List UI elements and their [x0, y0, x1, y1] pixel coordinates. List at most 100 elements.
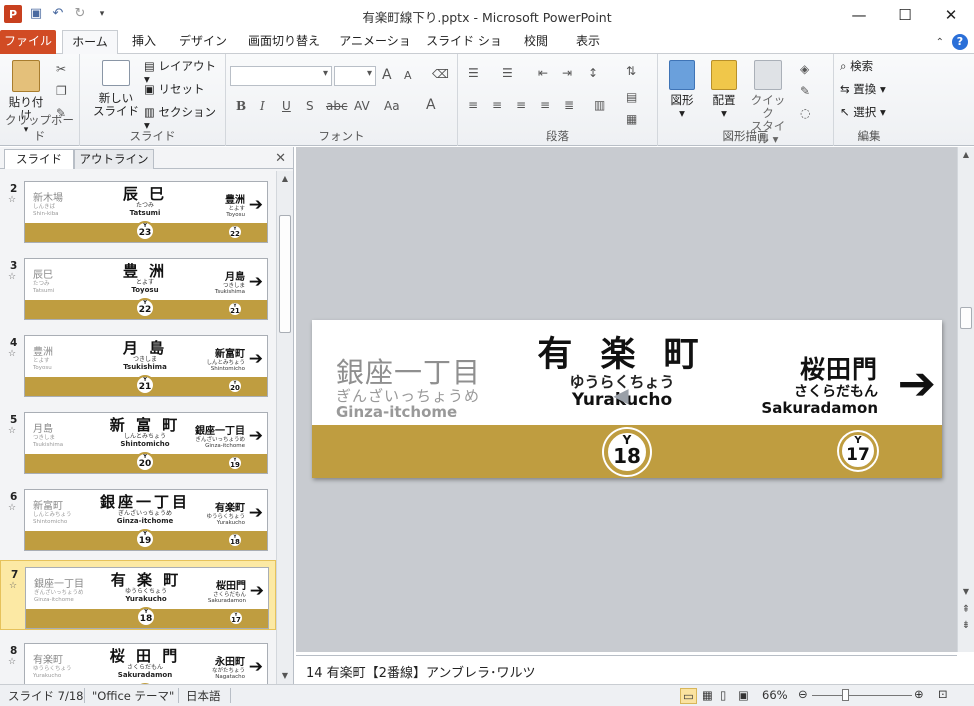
shape-effects-icon[interactable]: ◌ [800, 106, 810, 120]
zoom-level[interactable]: 66% [762, 688, 788, 702]
line-spacing-icon[interactable]: ↕ [588, 66, 598, 80]
editor-scroll-down-icon[interactable]: ▼ [958, 584, 974, 600]
theme-name[interactable]: "Office テーマ" [92, 688, 174, 704]
tab-slideshow[interactable]: スライド ショー [424, 30, 504, 70]
tab-outline-panel[interactable]: アウトライン [74, 149, 154, 169]
audio-speaker-icon[interactable]: ◀ [610, 384, 632, 406]
slide-thumbnail[interactable]: 新木場 しんきば Shin-kiba 辰 巳たつみ Tatsumi 豊洲 とよす Toyosu… [24, 181, 268, 243]
slide-thumbnail-row[interactable]: 3 ☆ 辰巳 たつみ Tatsumi 豊 洲とよす Toyosu 月島 つきしま Tsukishi… [0, 252, 276, 322]
normal-view-icon[interactable]: ▭ [680, 688, 697, 704]
tab-review[interactable]: 校閲 [514, 30, 558, 54]
thumbnail-scrollbar[interactable]: ▲ ▼ [276, 171, 293, 684]
arrange-button[interactable]: 配置 ▾ [706, 60, 742, 120]
slideshow-view-icon[interactable]: ▣ [738, 688, 749, 702]
close-button[interactable]: ✕ [928, 0, 974, 30]
editor-scroll-up-icon[interactable]: ▲ [958, 147, 974, 163]
slide-thumbnail[interactable]: 有楽町 ゆうらくちょう Yurakucho 桜 田 門さくらだもん Sakuradamo… [24, 643, 268, 684]
language[interactable]: 日本語 [186, 688, 221, 704]
scroll-up-icon[interactable]: ▲ [277, 171, 293, 187]
cut-icon[interactable]: ✂ [56, 62, 66, 76]
align-center-icon[interactable]: ≡ [492, 98, 502, 112]
help-icon[interactable]: ? [952, 34, 968, 50]
zoom-out-icon[interactable]: ⊖ [798, 687, 808, 701]
slide-thumbnail[interactable]: 辰巳 たつみ Tatsumi 豊 洲とよす Toyosu 月島 つきしま Tsukishima… [24, 258, 268, 320]
font-color-button[interactable]: A [426, 97, 436, 113]
tab-file[interactable]: ファイル [0, 30, 56, 54]
font-name-combo[interactable] [230, 66, 332, 86]
grow-font-button[interactable]: A [382, 67, 392, 83]
tab-animations[interactable]: アニメーション [336, 30, 414, 70]
strikethrough-button[interactable]: abc [326, 99, 348, 113]
slide-thumbnail[interactable]: 豊洲 とよす Toyosu 月 島つきしま Tsukishima 新富町 しんとみちょう Sh… [24, 335, 268, 397]
thumb-next-name: 桜田門 [216, 581, 246, 592]
new-slide-button[interactable]: 新しい スライド [92, 60, 140, 118]
justify-icon[interactable]: ≡ [540, 98, 550, 112]
tab-design[interactable]: デザイン [174, 30, 232, 54]
slide-thumbnail[interactable]: 月島 つきしま Tsukishima 新 富 町しんとみちょう Shintomicho 銀… [24, 412, 268, 474]
shape-fill-icon[interactable]: ◈ [800, 62, 809, 76]
align-text-icon[interactable]: ▤ [626, 90, 637, 104]
next-slide-icon[interactable]: ⇟ [958, 618, 974, 634]
collapse-ribbon-icon[interactable]: ⌃ [936, 37, 944, 48]
slide-sorter-icon[interactable]: ▦ [702, 688, 713, 702]
slide-thumbnail-row[interactable]: 8 ☆ 有楽町 ゆうらくちょう Yurakucho 桜 田 門さくらだもん Sakurada… [0, 637, 276, 684]
slide-thumbnail-row[interactable]: 7 ☆ 銀座一丁目 ぎんざいっちょうめ Ginza-itchome 有 楽 町ゆうらくちょ… [0, 560, 276, 630]
slide-thumbnail-row[interactable]: 5 ☆ 月島 つきしま Tsukishima 新 富 町しんとみちょう Shintomich… [0, 406, 276, 476]
columns-icon[interactable]: ▥ [594, 98, 605, 112]
zoom-slider-knob[interactable] [842, 689, 849, 701]
current-slide[interactable]: 銀座一丁目 ぎんざいっちょうめ Ginza-itchome 有 楽 町 ゆうらく… [312, 320, 942, 478]
tab-view[interactable]: 表示 [566, 30, 610, 54]
scroll-thumb[interactable] [279, 215, 291, 333]
notes-pane[interactable]: 14 有楽町【2番線】アンブレラ･ワルツ [296, 655, 957, 684]
maximize-button[interactable]: ☐ [882, 0, 928, 30]
previous-slide-icon[interactable]: ⇞ [958, 602, 974, 618]
zoom-slider[interactable] [812, 695, 912, 696]
slide-thumbnail[interactable]: 銀座一丁目 ぎんざいっちょうめ Ginza-itchome 有 楽 町ゆうらくちょう Y… [25, 567, 269, 629]
slide-thumbnail[interactable]: 新富町 しんとみちょう Shintomicho 銀座一丁目 ぎんざいっちょうめ Ginza… [24, 489, 268, 551]
previous-station[interactable]: 銀座一丁目 ぎんざいっちょうめ Ginza-itchome [336, 356, 482, 421]
increase-indent-icon[interactable]: ⇥ [562, 66, 572, 80]
align-right-icon[interactable]: ≡ [516, 98, 526, 112]
thumb-previous-kana: ゆうらくちょう [33, 666, 72, 672]
bullets-icon[interactable]: ☰ [468, 66, 479, 80]
zoom-in-icon[interactable]: ⊕ [914, 687, 924, 701]
numbering-icon[interactable]: ☰ [502, 66, 513, 80]
panel-close-icon[interactable]: ✕ [275, 151, 286, 166]
slide-thumbnail-row[interactable]: 2 ☆ 新木場 しんきば Shin-kiba 辰 巳たつみ Tatsumi 豊洲 とよす Toyo… [0, 175, 276, 245]
shadow-button[interactable]: S [306, 99, 314, 113]
reading-view-icon[interactable]: ▯ [720, 688, 726, 702]
change-case-button[interactable]: Aa [384, 99, 400, 113]
decrease-indent-icon[interactable]: ⇤ [538, 66, 548, 80]
replace-button[interactable]: ⇆ 置換 ▾ [840, 83, 886, 96]
bold-button[interactable]: B [236, 99, 246, 113]
next-station[interactable]: 桜田門 さくらだもん Sakuradamon [761, 356, 878, 417]
underline-button[interactable]: U [282, 99, 291, 113]
find-button[interactable]: ⌕ 検索 [840, 60, 873, 73]
editor-scrollbar[interactable]: ▲ ▼ ⇞ ⇟ [957, 147, 974, 652]
fit-slide-icon[interactable]: ⊡ [938, 687, 948, 701]
shrink-font-button[interactable]: A [404, 69, 412, 82]
copy-icon[interactable]: ❐ [56, 84, 67, 98]
slide-thumbnail-row[interactable]: 6 ☆ 新富町 しんとみちょう Shintomicho 銀座一丁目 ぎんざいっちょうめ Gin… [0, 483, 276, 553]
select-button[interactable]: ↖ 選択 ▾ [840, 106, 886, 119]
char-spacing-button[interactable]: AV [354, 99, 370, 113]
shapes-button[interactable]: 図形 ▾ [664, 60, 700, 120]
clear-format-icon[interactable]: ⌫ [432, 67, 449, 81]
italic-button[interactable]: I [260, 99, 265, 113]
slide-thumbnail-row[interactable]: 4 ☆ 豊洲 とよす Toyosu 月 島つきしま Tsukishima 新富町 しんとみちょう… [0, 329, 276, 399]
distributed-icon[interactable]: ≣ [564, 98, 574, 112]
font-size-combo[interactable] [334, 66, 376, 86]
smartart-icon[interactable]: ▦ [626, 112, 637, 126]
shape-outline-icon[interactable]: ✎ [800, 84, 810, 98]
tab-home[interactable]: ホーム [62, 30, 118, 55]
tab-insert[interactable]: 挿入 [124, 30, 164, 54]
text-direction-icon[interactable]: ⇅ [626, 64, 636, 78]
editor-scroll-thumb[interactable] [960, 307, 972, 329]
align-left-icon[interactable]: ≡ [468, 98, 478, 112]
tab-slides-panel[interactable]: スライド [4, 149, 74, 169]
tab-transitions[interactable]: 画面切り替え [242, 30, 326, 54]
reset-button[interactable]: ▣ リセット [144, 83, 205, 96]
scroll-down-icon[interactable]: ▼ [277, 668, 293, 684]
minimize-button[interactable]: — [836, 0, 882, 30]
previous-station-name: 銀座一丁目 [336, 356, 482, 389]
